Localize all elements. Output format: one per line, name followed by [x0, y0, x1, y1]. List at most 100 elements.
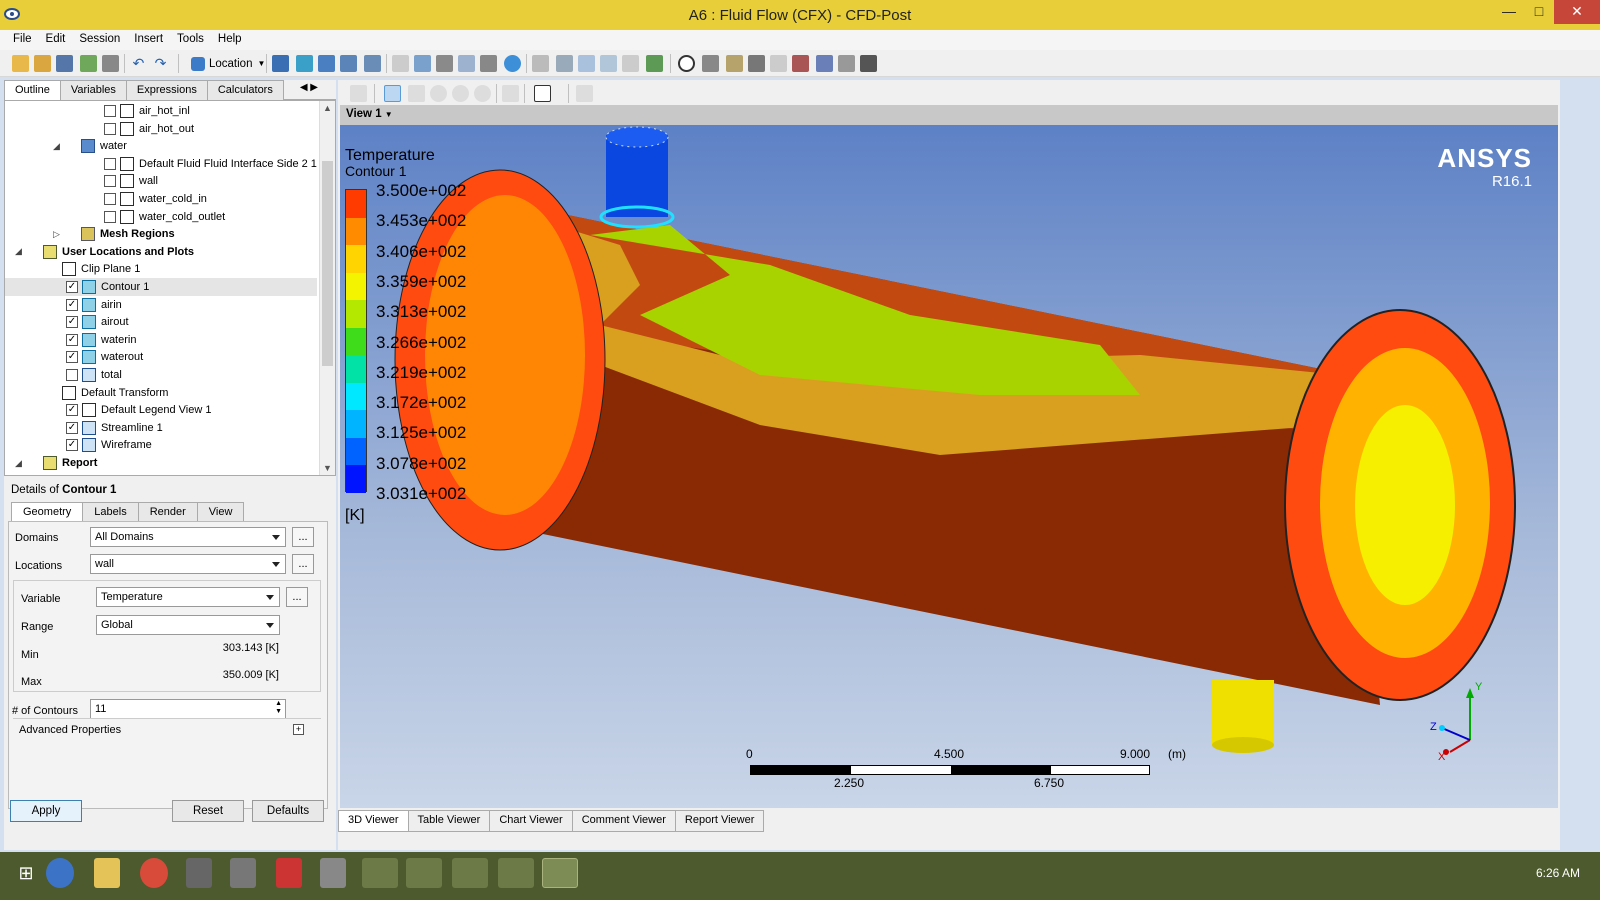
comment-icon[interactable]: [622, 55, 639, 72]
highlight-icon[interactable]: [502, 85, 519, 102]
range-select[interactable]: Global: [96, 615, 280, 635]
spin-arrows-icon[interactable]: ▲ ▼: [275, 700, 282, 716]
app-icon[interactable]: [320, 858, 346, 888]
visibility-checkbox[interactable]: [66, 369, 78, 381]
contour-icon[interactable]: [296, 55, 313, 72]
3d-scene[interactable]: Temperature Contour 1 3.500e+002 3.453e+0…: [340, 125, 1558, 808]
reset-button[interactable]: Reset: [172, 800, 244, 822]
expand-arrow-icon[interactable]: ◢: [53, 141, 60, 152]
visibility-checkbox[interactable]: ✓: [66, 281, 78, 293]
undo-icon[interactable]: ↶: [130, 55, 147, 72]
pan-icon[interactable]: [408, 85, 425, 102]
legend-icon[interactable]: [436, 55, 453, 72]
locations-select[interactable]: wall: [90, 554, 286, 574]
tree-item-air-hot-inl[interactable]: air_hot_inl: [5, 102, 317, 120]
app-icon[interactable]: [276, 858, 302, 888]
view-selector[interactable]: View 1 ▼: [340, 105, 1558, 125]
visibility-checkbox[interactable]: ✓: [66, 333, 78, 346]
tree-item-water[interactable]: ◢ water: [5, 137, 317, 155]
tree-item-wall[interactable]: wall: [5, 172, 317, 190]
tab-3d-viewer[interactable]: 3D Viewer: [338, 810, 409, 832]
color-map-icon[interactable]: [504, 55, 521, 72]
screenshot-icon[interactable]: [102, 55, 119, 72]
expand-plus-icon[interactable]: +: [293, 724, 304, 735]
select-icon[interactable]: [350, 85, 367, 102]
animation-icon[interactable]: [702, 55, 719, 72]
tree-item-total[interactable]: total: [5, 366, 317, 384]
instance-transform-icon[interactable]: [458, 55, 475, 72]
variable-select[interactable]: Temperature: [96, 587, 280, 607]
ansys-workbench-icon[interactable]: [406, 858, 442, 888]
expand-arrow-icon[interactable]: ◢: [15, 246, 22, 257]
tree-item-water-cold-outlet[interactable]: water_cold_outlet: [5, 208, 317, 226]
tree-item-contour-1[interactable]: ✓ Contour 1: [5, 278, 317, 296]
probe-icon[interactable]: [748, 55, 765, 72]
tree-item-waterin[interactable]: ✓ waterin: [5, 331, 317, 349]
visibility-checkbox[interactable]: ✓: [66, 351, 78, 364]
expand-arrow-icon[interactable]: ▷: [53, 229, 60, 240]
locations-ellipsis-button[interactable]: ...: [292, 554, 314, 574]
domains-select[interactable]: All Domains: [90, 527, 286, 547]
tab-report-viewer[interactable]: Report Viewer: [674, 810, 765, 832]
volume-rendering-icon[interactable]: [364, 55, 381, 72]
visibility-checkbox[interactable]: ✓: [66, 404, 78, 417]
internet-explorer-icon[interactable]: [46, 858, 74, 888]
chart-icon[interactable]: [600, 55, 617, 72]
folder-taskbar-icon[interactable]: [362, 858, 398, 888]
text-icon[interactable]: [392, 55, 409, 72]
visibility-checkbox[interactable]: [104, 210, 116, 223]
tab-scroll-arrows[interactable]: ◀ ▶: [300, 82, 318, 93]
defaults-button[interactable]: Defaults: [252, 800, 324, 822]
tree-item-airin[interactable]: ✓ airin: [5, 296, 317, 314]
menu-insert[interactable]: Insert: [127, 30, 170, 50]
tab-expressions[interactable]: Expressions: [125, 80, 208, 100]
zoom-box-icon[interactable]: [452, 85, 469, 102]
particle-track-icon[interactable]: [340, 55, 357, 72]
mega-icon[interactable]: [452, 858, 488, 888]
tree-item-default-fluid-fluid-interface-side-2-1[interactable]: Default Fluid Fluid Interface Side 2 1: [5, 155, 317, 173]
tab-calculators[interactable]: Calculators: [206, 80, 284, 100]
tree-item-mesh-regions[interactable]: ▷ Mesh Regions: [5, 225, 317, 243]
visibility-checkbox[interactable]: [104, 157, 116, 170]
fit-view-icon[interactable]: [474, 85, 491, 102]
tree-item-streamline-1[interactable]: ✓ Streamline 1: [5, 419, 317, 437]
streamline-icon[interactable]: [318, 55, 335, 72]
table-icon[interactable]: [578, 55, 595, 72]
zoom-icon[interactable]: [430, 85, 447, 102]
tab-chart-viewer[interactable]: Chart Viewer: [489, 810, 573, 832]
visibility-checkbox[interactable]: ✓: [66, 298, 78, 311]
mesh-calculator-icon[interactable]: [816, 55, 833, 72]
visibility-checkbox[interactable]: [104, 105, 116, 117]
close-button[interactable]: ✕: [1554, 0, 1600, 24]
tab-render[interactable]: Render: [137, 502, 198, 521]
save-file-icon[interactable]: [56, 55, 73, 72]
apply-button[interactable]: Apply: [10, 800, 82, 822]
tree-scrollbar[interactable]: ▲ ▼: [319, 101, 335, 475]
tab-comment-viewer[interactable]: Comment Viewer: [571, 810, 676, 832]
open-file-icon[interactable]: [34, 55, 51, 72]
visibility-checkbox[interactable]: [104, 122, 116, 135]
tab-labels[interactable]: Labels: [82, 502, 139, 521]
maximize-button[interactable]: □: [1524, 0, 1554, 24]
expression-icon[interactable]: [556, 55, 573, 72]
variable-icon[interactable]: [532, 55, 549, 72]
visibility-checkbox[interactable]: ✓: [66, 421, 78, 434]
menu-help[interactable]: Help: [211, 30, 249, 50]
tree-item-report[interactable]: ◢ Report: [5, 454, 317, 472]
visibility-checkbox[interactable]: [104, 193, 116, 205]
minimize-button[interactable]: —: [1494, 0, 1524, 24]
variable-ellipsis-button[interactable]: ...: [286, 587, 308, 607]
figure-icon[interactable]: [646, 55, 663, 72]
tree-item-airout[interactable]: ✓ airout: [5, 313, 317, 331]
case-comparison-icon[interactable]: [838, 55, 855, 72]
start-icon[interactable]: ⊞: [8, 858, 44, 888]
menu-file[interactable]: File: [6, 30, 39, 50]
redo-icon[interactable]: ↷: [152, 55, 169, 72]
tab-geometry[interactable]: Geometry: [11, 502, 84, 522]
tab-outline[interactable]: Outline: [4, 80, 61, 101]
menu-session[interactable]: Session: [72, 30, 127, 50]
rotate-icon[interactable]: [384, 85, 401, 102]
expand-arrow-icon[interactable]: ◢: [15, 458, 22, 469]
new-file-icon[interactable]: [12, 55, 29, 72]
tree-item-default-legend-view-1[interactable]: ✓ Default Legend View 1: [5, 401, 317, 419]
